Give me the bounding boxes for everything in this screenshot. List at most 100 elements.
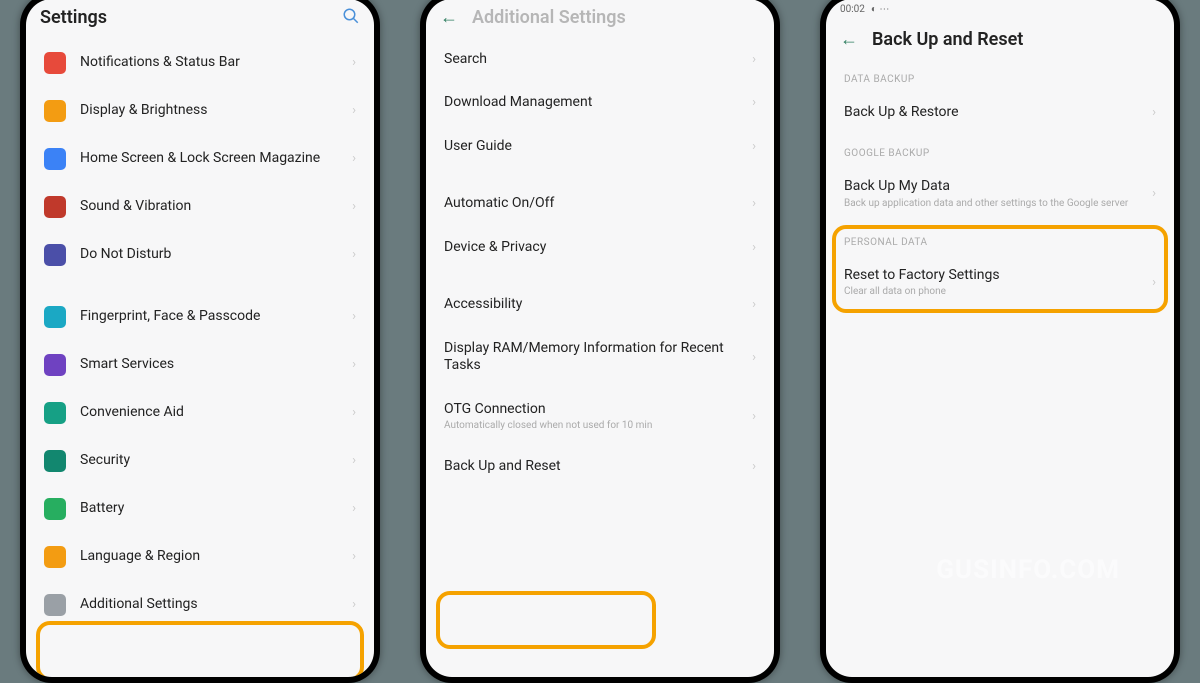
item-label: Security — [80, 452, 338, 470]
list-item[interactable]: Download Management › — [426, 81, 774, 125]
item-icon — [44, 100, 66, 122]
item-label: Display & Brightness — [80, 102, 338, 120]
item-icon — [44, 244, 66, 266]
item-label: Notifications & Status Bar — [80, 54, 338, 72]
list-item[interactable]: Display RAM/Memory Information for Recen… — [426, 327, 774, 388]
chevron-right-icon: › — [352, 597, 356, 612]
additional-settings-list: Search›Download Management›User Guide›Au… — [426, 38, 774, 489]
list-item[interactable]: Smart Services› — [26, 341, 374, 389]
item-icon — [44, 196, 66, 218]
back-icon[interactable]: ← — [440, 7, 458, 28]
list-item[interactable]: Sound & Vibration› — [26, 183, 374, 231]
header: Settings — [26, 0, 374, 39]
item-icon — [44, 498, 66, 520]
list-item[interactable]: Back Up & Restore› — [826, 91, 1174, 135]
item-label: Reset to Factory Settings — [844, 267, 1138, 285]
item-label: Additional Settings — [80, 596, 338, 614]
chevron-right-icon: › — [352, 247, 356, 262]
item-icon — [44, 354, 66, 376]
item-label: Download Management — [444, 94, 738, 112]
list-item[interactable]: Notifications & Status Bar › — [26, 39, 374, 87]
chevron-right-icon: › — [752, 52, 756, 67]
header: ← Additional Settings — [426, 0, 774, 38]
section-header: DATA BACKUP — [826, 60, 1174, 91]
list-item[interactable]: OTG ConnectionAutomatically closed when … — [426, 388, 774, 446]
chevron-right-icon: › — [752, 139, 756, 154]
list-item[interactable]: Language & Region› — [26, 533, 374, 581]
item-label: Back Up My Data — [844, 178, 1138, 196]
item-label: Automatic On/Off — [444, 195, 738, 213]
chevron-right-icon: › — [1152, 186, 1156, 201]
backup-reset-list: DATA BACKUPBack Up & Restore›GOOGLE BACK… — [826, 60, 1174, 432]
list-item[interactable]: Display & Brightness › — [26, 87, 374, 135]
page-title: Back Up and Reset — [872, 29, 1160, 50]
chevron-right-icon: › — [752, 459, 756, 474]
chevron-right-icon: › — [352, 309, 356, 324]
chevron-right-icon: › — [352, 549, 356, 564]
highlight-box — [436, 591, 656, 649]
section-header: PERSONAL DATA — [826, 223, 1174, 254]
list-item[interactable]: Back Up and Reset › — [426, 445, 774, 489]
item-icon — [44, 450, 66, 472]
item-label: OTG Connection — [444, 401, 738, 419]
chevron-right-icon: › — [352, 55, 356, 70]
list-item[interactable]: Security › — [26, 437, 374, 485]
chevron-right-icon: › — [352, 501, 356, 516]
screen: Settings Notifications & Status Bar›Disp… — [26, 0, 374, 677]
page-title: Settings — [40, 7, 328, 28]
item-icon — [44, 52, 66, 74]
status-icons: ◐ ⋯ — [871, 4, 890, 15]
list-item[interactable]: User Guide› — [426, 125, 774, 169]
list-item[interactable]: Do Not Disturb › — [26, 231, 374, 279]
chevron-right-icon: › — [752, 240, 756, 255]
list-item[interactable]: Fingerprint, Face & Passcode› — [26, 293, 374, 341]
phone-settings: Settings Notifications & Status Bar›Disp… — [20, 0, 380, 683]
item-label: Device & Privacy — [444, 239, 738, 257]
item-sublabel: Clear all data on phone — [844, 286, 1138, 298]
list-item[interactable]: Automatic On/Off › — [426, 182, 774, 226]
list-item[interactable]: Additional Settings › — [26, 581, 374, 629]
chevron-right-icon: › — [352, 357, 356, 372]
status-time: 00:02 — [840, 4, 865, 15]
phone-additional-settings: ← Additional Settings Search›Download Ma… — [420, 0, 780, 683]
header: ← Back Up and Reset — [826, 21, 1174, 60]
settings-list: Notifications & Status Bar›Display & Bri… — [26, 39, 374, 629]
highlight-box — [36, 621, 364, 677]
list-item[interactable]: Convenience Aid› — [26, 389, 374, 437]
screen: 00:02 ◐ ⋯ ← Back Up and Reset DATA BACKU… — [826, 0, 1174, 677]
chevron-right-icon: › — [752, 95, 756, 110]
back-icon[interactable]: ← — [840, 29, 858, 50]
chevron-right-icon: › — [752, 196, 756, 211]
chevron-right-icon: › — [752, 297, 756, 312]
chevron-right-icon: › — [752, 350, 756, 365]
list-item[interactable]: Device & Privacy › — [426, 226, 774, 270]
chevron-right-icon: › — [352, 103, 356, 118]
list-item[interactable]: Home Screen & Lock Screen Magazine› — [26, 135, 374, 183]
item-icon — [44, 306, 66, 328]
chevron-right-icon: › — [352, 151, 356, 166]
search-icon[interactable] — [342, 7, 360, 29]
item-sublabel: Back up application data and other setti… — [844, 198, 1138, 210]
item-label: Convenience Aid — [80, 404, 338, 422]
list-item[interactable]: Back Up My Data Back up application data … — [826, 165, 1174, 223]
item-label: Battery — [80, 500, 338, 518]
status-bar: 00:02 ◐ ⋯ — [826, 0, 1174, 21]
phone-backup-reset: 00:02 ◐ ⋯ ← Back Up and Reset DATA BACKU… — [820, 0, 1180, 683]
item-icon — [44, 594, 66, 616]
list-item[interactable]: Reset to Factory SettingsClear all data … — [826, 254, 1174, 312]
section-header: GOOGLE BACKUP — [826, 134, 1174, 165]
item-label: Back Up and Reset — [444, 458, 738, 476]
item-icon — [44, 402, 66, 424]
chevron-right-icon: › — [1152, 275, 1156, 290]
item-icon — [44, 148, 66, 170]
chevron-right-icon: › — [352, 453, 356, 468]
item-label: Accessibility — [444, 296, 738, 314]
screen: ← Additional Settings Search›Download Ma… — [426, 0, 774, 677]
list-item[interactable]: Battery › — [26, 485, 374, 533]
item-label: Do Not Disturb — [80, 246, 338, 264]
item-sublabel: Automatically closed when not used for 1… — [444, 420, 738, 432]
chevron-right-icon: › — [352, 199, 356, 214]
list-item[interactable]: Search› — [426, 38, 774, 82]
item-label: Display RAM/Memory Information for Recen… — [444, 340, 738, 375]
list-item[interactable]: Accessibility › — [426, 283, 774, 327]
